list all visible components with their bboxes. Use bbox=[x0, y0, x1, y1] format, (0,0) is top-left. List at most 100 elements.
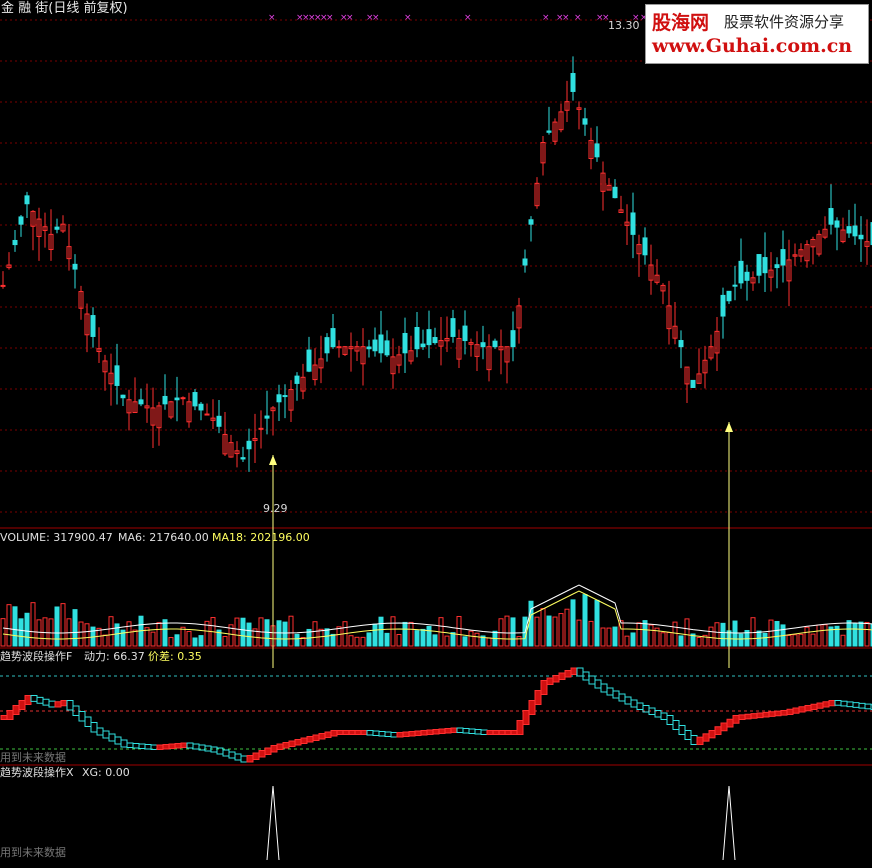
indicator1-block bbox=[330, 730, 338, 737]
volume-bar bbox=[192, 637, 198, 647]
indicator1-block bbox=[78, 711, 86, 722]
volume-bar bbox=[84, 623, 90, 647]
indicator1-block bbox=[402, 731, 410, 737]
watermark-logo: 股海网 股票软件资源分享 www.Guhai.com.cn bbox=[645, 4, 869, 64]
indicator1-block bbox=[720, 722, 728, 732]
volume-bar bbox=[384, 632, 390, 647]
low-price-label: 9.29 bbox=[263, 502, 288, 515]
indicator1-block bbox=[192, 743, 200, 750]
volume-bar bbox=[54, 606, 60, 647]
volume-bar bbox=[792, 634, 798, 647]
candle-body bbox=[852, 225, 858, 237]
indicator1-block bbox=[54, 701, 62, 708]
indicator1-block bbox=[234, 753, 242, 761]
indicator1-block bbox=[258, 750, 266, 758]
candle-body bbox=[762, 257, 768, 274]
indicator1-block bbox=[498, 730, 506, 735]
indicator1-block bbox=[174, 743, 182, 749]
candle-body bbox=[828, 208, 834, 225]
indicator1-block bbox=[48, 700, 56, 708]
volume-bar bbox=[294, 633, 300, 647]
indicator1-note: 用到未来数据 bbox=[0, 751, 66, 764]
indicator1-block bbox=[792, 707, 800, 714]
candle-body bbox=[420, 343, 426, 348]
volume-bar bbox=[636, 622, 642, 647]
volume-bar bbox=[126, 621, 132, 647]
indicator1-block bbox=[186, 742, 194, 749]
indicator1-block bbox=[6, 710, 14, 720]
candle-body bbox=[720, 294, 726, 317]
indicator1-block bbox=[18, 700, 26, 710]
candle-body bbox=[330, 328, 336, 348]
volume-bar bbox=[600, 627, 606, 647]
volume-bar bbox=[768, 619, 774, 647]
indicator1-block bbox=[822, 701, 830, 708]
volume-bar bbox=[810, 633, 816, 647]
indicator1-block bbox=[666, 715, 674, 725]
indicator1-block bbox=[618, 693, 626, 702]
indicator1-block bbox=[810, 703, 818, 710]
indicator1-block bbox=[564, 670, 572, 678]
indicator1-block bbox=[744, 713, 752, 720]
indicator1-block bbox=[420, 730, 428, 736]
candle-body bbox=[258, 427, 264, 430]
volume-bar bbox=[846, 620, 852, 647]
indicator1-block bbox=[162, 744, 170, 750]
indicator1-block bbox=[750, 713, 758, 719]
volume-bar bbox=[684, 618, 690, 647]
indicator1-block bbox=[438, 728, 446, 734]
indicator1-block bbox=[828, 700, 836, 707]
indicator1-title: 趋势波段操作F bbox=[0, 650, 73, 663]
candle-body bbox=[264, 415, 270, 419]
volume-bar bbox=[666, 632, 672, 647]
candle-body bbox=[732, 284, 738, 287]
candle-body bbox=[240, 457, 246, 460]
volume-bar bbox=[360, 636, 366, 647]
volume-bar bbox=[450, 632, 456, 647]
indicator1-block bbox=[726, 718, 734, 728]
candle-body bbox=[162, 395, 168, 405]
indicator1-block bbox=[366, 730, 374, 736]
indicator1-block bbox=[24, 695, 32, 705]
candle-body bbox=[246, 440, 252, 450]
candle-body bbox=[138, 399, 144, 405]
candle-body bbox=[546, 130, 552, 133]
indicator1-block bbox=[90, 722, 98, 733]
volume-bar bbox=[630, 632, 636, 647]
watermark-url: www.Guhai.com.cn bbox=[652, 35, 853, 57]
indicator1-block bbox=[516, 720, 524, 735]
indicator1-block bbox=[240, 755, 248, 763]
indicator1-block bbox=[432, 729, 440, 735]
indicator1-block bbox=[852, 702, 860, 708]
buy-arrow-head bbox=[725, 422, 733, 432]
xg-signal-spike bbox=[722, 785, 736, 861]
volume-bar bbox=[318, 628, 324, 647]
volume-bar bbox=[468, 630, 474, 647]
indicator1-block bbox=[678, 725, 686, 735]
chart-canvas[interactable]: × ×××××× ×× ×× × × × ×× × ×× × × bbox=[0, 0, 872, 864]
indicator1-block bbox=[762, 711, 770, 718]
indicator1-block bbox=[390, 732, 398, 738]
volume-bar bbox=[774, 620, 780, 647]
volume-bar bbox=[678, 635, 684, 647]
indicator1-block bbox=[504, 730, 512, 735]
volume-bar bbox=[660, 632, 666, 647]
candle-body bbox=[594, 143, 600, 158]
indicator1-block bbox=[474, 729, 482, 735]
volume-bar bbox=[822, 624, 828, 647]
top-x-mark: × bbox=[326, 13, 334, 23]
volume-bar bbox=[456, 615, 462, 647]
candle-body bbox=[570, 73, 576, 92]
indicator1-block bbox=[480, 729, 488, 735]
top-x-mark: × bbox=[464, 13, 472, 23]
indicator1-block bbox=[408, 731, 416, 737]
indicator1-block bbox=[786, 708, 794, 715]
candle-body bbox=[642, 237, 648, 256]
indicator1-block bbox=[294, 739, 302, 746]
high-price-label: 13.30 bbox=[608, 19, 640, 32]
candle-body bbox=[0, 284, 6, 287]
indicator1-block bbox=[156, 744, 164, 750]
candle-body bbox=[582, 118, 588, 125]
indicator1-block bbox=[282, 742, 290, 749]
volume-bar bbox=[24, 612, 30, 647]
